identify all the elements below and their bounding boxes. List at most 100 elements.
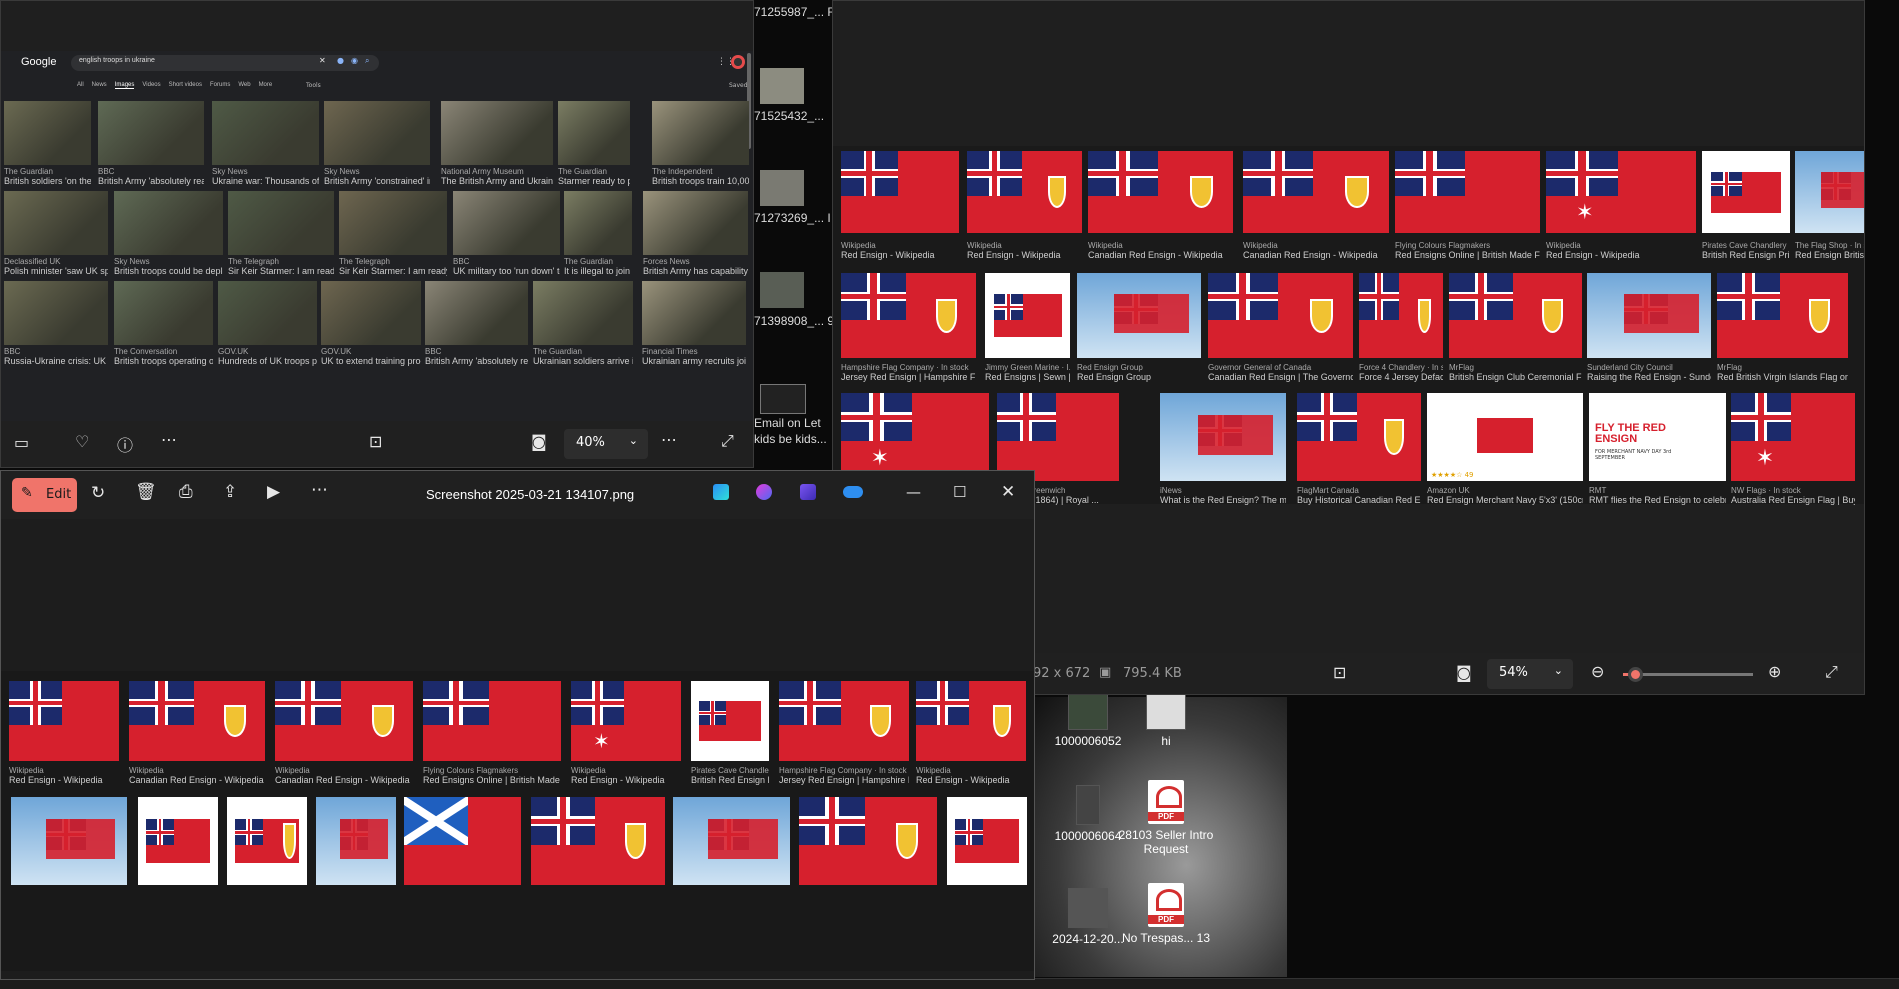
share-icon[interactable]: ⇪ [223, 482, 237, 502]
delete-icon[interactable]: 🗑 [135, 482, 157, 502]
result-title[interactable]: British troops could be deployed to ... [114, 266, 223, 276]
red-ensign-flag-image[interactable] [916, 681, 1026, 761]
red-ensign-flag-image[interactable] [779, 681, 909, 761]
result-title[interactable]: British Ensign Club Ceremonial Flag ... [1449, 372, 1582, 382]
result-title[interactable]: Australia Red Ensign Flag | Buy ... [1731, 495, 1855, 505]
result-title[interactable]: Red Ensign - Wikipedia [841, 250, 959, 260]
result-title[interactable]: British Red Ensign Pr... [691, 775, 769, 785]
google-tab-forums[interactable]: Forums [210, 82, 230, 88]
red-ensign-flag-image[interactable] [985, 273, 1070, 358]
troops-photo-result[interactable] [228, 191, 334, 255]
troops-photo-result[interactable] [453, 191, 560, 255]
photos-window-screenshot[interactable]: ✎ Edit ↻ 🗑 ⎙ ⇪ ▶ ⋯ Screenshot 2025-03-21… [0, 470, 1035, 980]
result-title[interactable]: British Red Ensign Prin... [1702, 250, 1790, 260]
filmstrip-icon[interactable]: ▭ [14, 433, 29, 452]
troops-photo-result[interactable] [558, 101, 630, 165]
desktop-thumb-4[interactable] [760, 272, 804, 308]
favorite-heart-icon[interactable]: ♡ [75, 432, 89, 451]
troops-photo-result[interactable] [339, 191, 447, 255]
red-ensign-flag-image[interactable] [1160, 393, 1286, 481]
google-tab-news[interactable]: News [92, 82, 107, 88]
result-title[interactable]: Red British Virgin Islands Flag online .… [1717, 372, 1848, 382]
troops-photo-result[interactable] [4, 191, 108, 255]
red-ensign-flag-image[interactable] [691, 681, 769, 761]
fit-screen-icon[interactable]: ◙ [531, 432, 547, 451]
designer-app-icon[interactable] [713, 484, 729, 500]
red-ensign-flag-image[interactable] [9, 681, 119, 761]
desktop-file-4[interactable]: 71398908_... 9 [754, 314, 834, 328]
slideshow-icon[interactable]: ▶ [267, 482, 280, 502]
fullscreen-icon[interactable]: ⤢ [1825, 662, 1838, 682]
result-title[interactable]: Polish minister 'saw UK special forces .… [4, 266, 108, 276]
result-title[interactable]: Red Ensign British Nav... [1795, 250, 1864, 260]
red-ensign-flag-image[interactable] [841, 151, 959, 233]
result-title[interactable]: British Army has capability gaps due to … [643, 266, 748, 276]
rotate-icon[interactable]: ↻ [91, 483, 105, 503]
mic-icon[interactable]: ● [337, 56, 344, 65]
result-title[interactable]: Ukrainian army recruits join British ... [642, 356, 746, 366]
zoom-out-icon[interactable]: ⊖ [1591, 662, 1604, 681]
troops-photo-result[interactable] [642, 281, 746, 345]
google-tab-more[interactable]: More [259, 82, 273, 88]
google-tab-all[interactable]: All [77, 82, 84, 88]
desktop-file-5[interactable]: Email on Let [754, 416, 821, 430]
clipchamp-icon[interactable] [800, 484, 816, 500]
result-title[interactable]: Canadian Red Ensign - Wikipedia [1088, 250, 1233, 260]
result-title[interactable]: Red Ensign - Wikipedia [1546, 250, 1696, 260]
minimize-icon[interactable]: — [906, 483, 921, 501]
result-title[interactable]: British troops operating on the ground .… [114, 356, 213, 366]
onedrive-cloud-icon[interactable] [843, 486, 863, 498]
red-ensign-flag-image[interactable] [1208, 273, 1353, 358]
google-search-box[interactable]: english troops in ukraine ✕ ● ◉ ⌕ [71, 55, 379, 71]
red-ensign-flag-image[interactable] [1395, 151, 1540, 233]
result-title[interactable]: Red Ensign - Wikipedia [967, 250, 1082, 260]
desktop-icon-hi[interactable]: hi [1106, 690, 1226, 748]
red-ensign-flag-image[interactable] [11, 797, 127, 885]
result-title[interactable]: Jersey Red Ensign | Hampshire Flag C... [841, 372, 976, 382]
more-options-icon-2[interactable]: ⋯ [661, 430, 677, 449]
red-ensign-flag-image[interactable] [423, 681, 561, 761]
troops-photo-result[interactable] [321, 281, 421, 345]
scottish-ensign-flag-image[interactable] [404, 797, 521, 885]
zoom-in-icon[interactable]: ⊕ [1768, 662, 1781, 681]
copilot-icon[interactable] [756, 484, 772, 500]
result-title[interactable]: British Army 'absolutely ready' if ... [98, 176, 204, 186]
result-title[interactable]: Ukraine war: Thousands of UK troops to .… [212, 176, 319, 186]
red-ensign-flag-image[interactable] [1297, 393, 1421, 481]
result-title[interactable]: Sir Keir Starmer: I am ready and ... [339, 266, 447, 276]
desktop-file-6[interactable]: kids be kids... [754, 432, 827, 446]
result-title[interactable]: Force 4 Jersey Deface... [1359, 372, 1443, 382]
result-title[interactable]: UK to extend training programme for ... [321, 356, 421, 366]
troops-photo-result[interactable] [425, 281, 528, 345]
result-title[interactable]: Red Ensign Group [1077, 372, 1201, 382]
red-ensign-flag-image[interactable] [227, 797, 307, 885]
red-ensign-flag-image[interactable] [1717, 273, 1848, 358]
info-icon[interactable]: ⓘ [117, 432, 133, 456]
result-title[interactable]: UK military too 'run down' to lead ... [453, 266, 560, 276]
red-ensign-flag-image[interactable]: ✶ [1731, 393, 1855, 481]
troops-photo-result[interactable] [643, 191, 748, 255]
lens-icon[interactable]: ◉ [351, 56, 358, 65]
fit-screen-icon[interactable]: ◙ [1456, 663, 1472, 682]
edit-button[interactable]: ✎ Edit [12, 478, 77, 512]
red-ensign-flag-image[interactable]: ✶ [1546, 151, 1696, 233]
result-title[interactable]: Jersey Red Ensign | Hampshire Flag ... [779, 775, 909, 785]
red-ensign-flag-image[interactable] [967, 151, 1082, 233]
scan-text-icon[interactable]: ⊡ [369, 432, 382, 451]
troops-photo-result[interactable] [218, 281, 317, 345]
red-ensign-flag-image[interactable] [799, 797, 937, 885]
result-title[interactable]: Buy Historical Canadian Red Ensig... [1297, 495, 1421, 505]
red-ensign-flag-image[interactable]: ✶ [841, 393, 989, 481]
result-title[interactable]: Red Ensigns Online | British Made Flag..… [423, 775, 561, 785]
red-ensign-flag-image[interactable] [841, 273, 976, 358]
troops-photo-result[interactable] [98, 101, 204, 165]
google-tab-web[interactable]: Web [238, 82, 250, 88]
desktop-file-1[interactable]: 71255987_... R [754, 5, 836, 19]
troops-photo-result[interactable] [652, 101, 749, 165]
result-title[interactable]: Red Ensigns | Sewn | I... [985, 372, 1070, 382]
more-options-icon[interactable]: ⋯ [311, 480, 328, 500]
desktop-thumb-2[interactable] [760, 68, 804, 104]
red-ensign-flag-image[interactable] [997, 393, 1119, 481]
red-ensign-flag-image[interactable] [316, 797, 396, 885]
photos-window-troops[interactable]: Google english troops in ukraine ✕ ● ◉ ⌕… [0, 0, 754, 468]
